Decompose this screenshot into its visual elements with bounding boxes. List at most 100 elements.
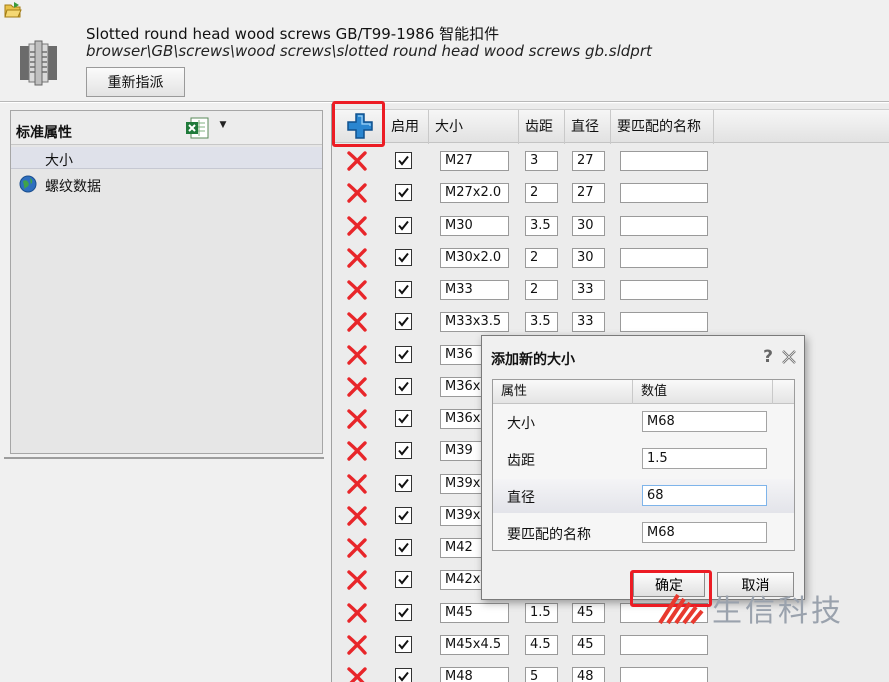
- pitch-input[interactable]: 5: [525, 667, 558, 682]
- column-header-match-name: 要匹配的名称: [611, 110, 714, 144]
- enable-checkbox[interactable]: [395, 442, 412, 460]
- dialog-row-match-name: 要匹配的名称 M68: [493, 516, 794, 550]
- pitch-input[interactable]: 4.5: [525, 634, 558, 655]
- match-name-input[interactable]: [620, 151, 708, 171]
- match-name-input[interactable]: [620, 312, 708, 333]
- enable-checkbox[interactable]: [395, 539, 412, 556]
- size-input[interactable]: M33x3.5: [440, 312, 509, 333]
- delete-icon[interactable]: [346, 473, 368, 495]
- diameter-input[interactable]: 33: [572, 312, 605, 333]
- delete-icon[interactable]: [346, 602, 368, 624]
- diameter-input[interactable]: 33: [572, 280, 605, 300]
- checkmark-icon: [398, 413, 409, 424]
- delete-icon[interactable]: [346, 247, 368, 269]
- delete-icon[interactable]: [346, 505, 368, 527]
- checkmark-icon: [398, 220, 409, 231]
- enable-checkbox[interactable]: [395, 184, 412, 202]
- pitch-input[interactable]: 1.5: [525, 602, 558, 623]
- enable-checkbox[interactable]: [395, 345, 412, 363]
- size-input[interactable]: M45: [440, 602, 509, 623]
- enable-checkbox[interactable]: [395, 635, 412, 653]
- size-input[interactable]: M30: [440, 215, 509, 236]
- help-icon[interactable]: ?: [760, 348, 776, 366]
- chevron-down-icon[interactable]: ▼: [216, 120, 230, 134]
- tree-item-label: 大小: [45, 153, 73, 169]
- pitch-input[interactable]: 2: [525, 183, 558, 204]
- enable-checkbox[interactable]: [395, 410, 412, 427]
- match-name-input[interactable]: [620, 667, 708, 682]
- enable-checkbox[interactable]: [395, 603, 412, 621]
- enable-checkbox[interactable]: [395, 281, 412, 298]
- checkmark-icon: [398, 607, 409, 618]
- tree-item-size[interactable]: 大小: [11, 147, 322, 169]
- pitch-input[interactable]: 2: [525, 280, 558, 300]
- diameter-input[interactable]: 27: [572, 151, 605, 171]
- diameter-input[interactable]: 30: [572, 215, 605, 236]
- enable-checkbox[interactable]: [395, 506, 412, 524]
- pitch-input[interactable]: 2: [525, 247, 558, 268]
- delete-icon[interactable]: [346, 376, 368, 398]
- add-size-button[interactable]: [332, 101, 385, 147]
- match-name-input[interactable]: [620, 634, 708, 655]
- delete-icon[interactable]: [346, 634, 368, 656]
- enable-checkbox[interactable]: [395, 216, 412, 234]
- tree-item-thread-data[interactable]: 螺纹数据: [11, 173, 322, 195]
- table-row: M33x3.5 3.5 33: [332, 306, 889, 338]
- open-folder-icon: [4, 2, 22, 18]
- column-header-value: 数值: [633, 380, 773, 404]
- size-input[interactable]: M30x2.0: [440, 247, 509, 268]
- match-name-input[interactable]: [620, 215, 708, 236]
- enable-checkbox[interactable]: [395, 474, 412, 492]
- checkmark-icon: [398, 284, 409, 295]
- diameter-input[interactable]: 45: [572, 602, 605, 623]
- size-input[interactable]: M27: [440, 151, 509, 171]
- delete-icon[interactable]: [346, 537, 368, 559]
- delete-icon[interactable]: [346, 182, 368, 204]
- diameter-input[interactable]: 48: [572, 667, 605, 682]
- match-name-input[interactable]: [620, 602, 708, 623]
- enable-checkbox[interactable]: [395, 377, 412, 395]
- enable-checkbox[interactable]: [395, 248, 412, 266]
- ok-button[interactable]: 确定: [633, 572, 705, 597]
- add-new-size-dialog: 添加新的大小 ? 属性 数值 大小 M68 齿距 1.5 直径 68 要匹配的名…: [481, 335, 805, 600]
- size-input[interactable]: M33: [440, 280, 509, 300]
- delete-icon[interactable]: [346, 666, 368, 682]
- column-header-diameter: 直径: [565, 110, 611, 144]
- delete-icon[interactable]: [346, 440, 368, 462]
- enable-checkbox[interactable]: [395, 668, 412, 682]
- checkmark-icon: [398, 542, 409, 553]
- match-name-input[interactable]: [620, 280, 708, 300]
- match-name-value-input[interactable]: M68: [642, 522, 767, 543]
- delete-icon[interactable]: [346, 311, 368, 333]
- delete-icon[interactable]: [346, 408, 368, 430]
- diameter-input[interactable]: 30: [572, 247, 605, 268]
- diameter-input[interactable]: 27: [572, 183, 605, 204]
- size-input[interactable]: M48: [440, 667, 509, 682]
- enable-checkbox[interactable]: [395, 313, 412, 331]
- enable-checkbox[interactable]: [395, 152, 412, 169]
- tree-header: 标准属性 ▼: [11, 111, 322, 145]
- size-input[interactable]: M27x2.0: [440, 183, 509, 204]
- pitch-input[interactable]: 3.5: [525, 312, 558, 333]
- diameter-input[interactable]: 45: [572, 634, 605, 655]
- cancel-button[interactable]: 取消: [717, 572, 794, 597]
- size-value-input[interactable]: M68: [642, 411, 767, 432]
- match-name-input[interactable]: [620, 183, 708, 204]
- delete-icon[interactable]: [346, 569, 368, 591]
- close-icon[interactable]: [781, 349, 797, 365]
- excel-icon[interactable]: [185, 116, 211, 140]
- reassign-button[interactable]: 重新指派: [86, 67, 185, 97]
- pitch-value-input[interactable]: 1.5: [642, 448, 767, 469]
- pitch-input[interactable]: 3.5: [525, 215, 558, 236]
- delete-icon[interactable]: [346, 150, 368, 172]
- checkmark-icon: [398, 478, 409, 489]
- table-row: M27x2.0 2 27: [332, 177, 889, 209]
- delete-icon[interactable]: [346, 279, 368, 301]
- pitch-input[interactable]: 3: [525, 151, 558, 171]
- size-input[interactable]: M45x4.5: [440, 634, 509, 655]
- enable-checkbox[interactable]: [395, 571, 412, 589]
- delete-icon[interactable]: [346, 344, 368, 366]
- diameter-value-input[interactable]: 68: [642, 485, 767, 506]
- delete-icon[interactable]: [346, 215, 368, 237]
- match-name-input[interactable]: [620, 247, 708, 268]
